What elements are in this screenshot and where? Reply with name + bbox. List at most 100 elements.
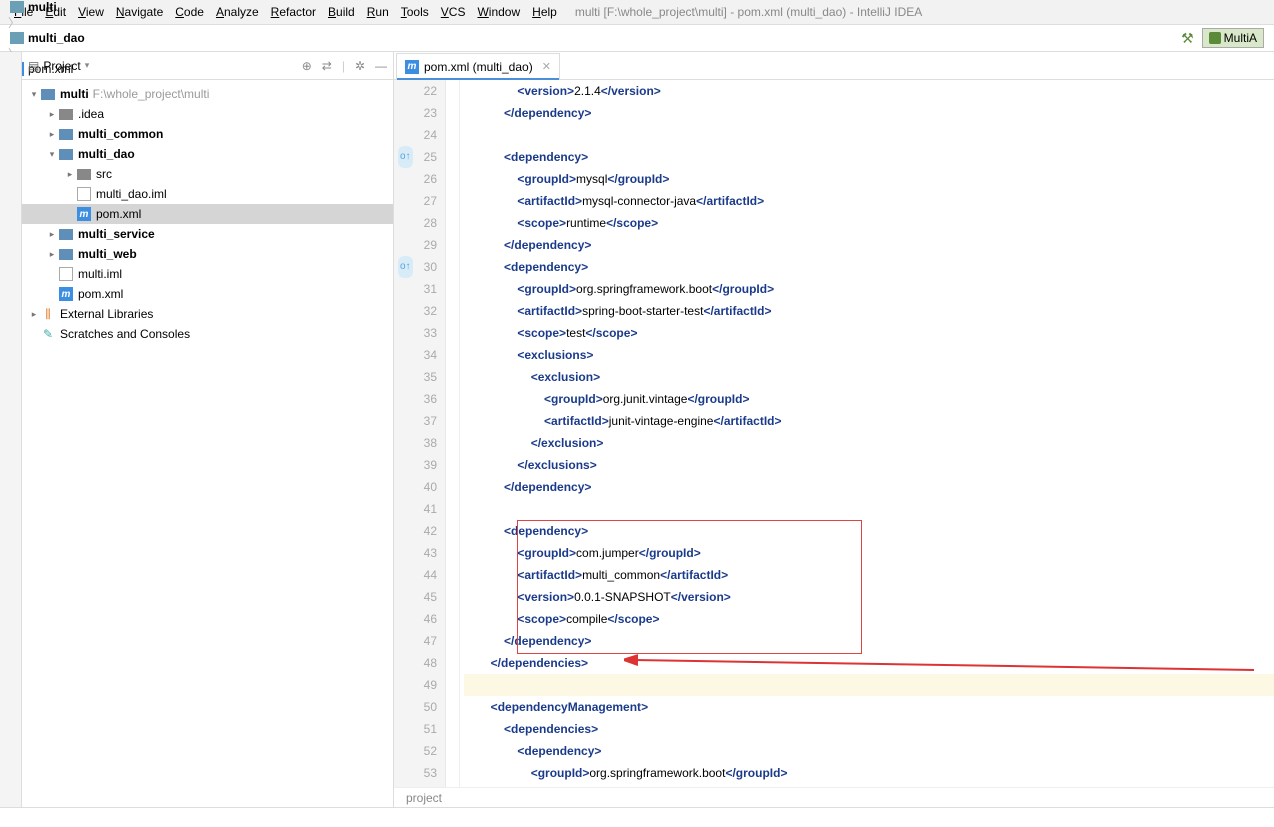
code-line[interactable]: </dependencies> <box>464 652 1274 674</box>
code-line[interactable]: <artifactId>multi_common</artifactId> <box>464 564 1274 586</box>
line-number[interactable]: 37 <box>394 410 445 432</box>
line-gutter[interactable]: 2223242526272829303132333435363738394041… <box>394 80 446 807</box>
code-line[interactable]: <scope>runtime</scope> <box>464 212 1274 234</box>
tree-item-multi_service[interactable]: ▸multi_service <box>22 224 393 244</box>
code-line[interactable]: </exclusions> <box>464 454 1274 476</box>
line-number[interactable]: 41 <box>394 498 445 520</box>
code-line[interactable]: <exclusions> <box>464 344 1274 366</box>
line-number[interactable]: 43 <box>394 542 445 564</box>
menu-refactor[interactable]: Refactor <box>265 3 322 21</box>
menu-build[interactable]: Build <box>322 3 361 21</box>
run-config-selector[interactable]: MultiA <box>1202 28 1264 48</box>
code-line[interactable]: </dependency> <box>464 234 1274 256</box>
menu-analyze[interactable]: Analyze <box>210 3 265 21</box>
menu-help[interactable]: Help <box>526 3 563 21</box>
line-number[interactable]: 30 <box>394 256 445 278</box>
line-number[interactable]: 32 <box>394 300 445 322</box>
code-line[interactable]: </dependency> <box>464 102 1274 124</box>
line-number[interactable]: 48 <box>394 652 445 674</box>
menu-vcs[interactable]: VCS <box>435 3 472 21</box>
code-line[interactable]: <artifactId>mysql-connector-java</artifa… <box>464 190 1274 212</box>
tree-item-multi.iml[interactable]: multi.iml <box>22 264 393 284</box>
code-line[interactable]: <groupId>com.jumper</groupId> <box>464 542 1274 564</box>
code-line[interactable]: </dependency> <box>464 476 1274 498</box>
line-number[interactable]: 38 <box>394 432 445 454</box>
tree-arrow[interactable]: ▸ <box>46 229 58 240</box>
code-line[interactable]: <version>2.1.4</version> <box>464 80 1274 102</box>
code-line[interactable]: <dependency> <box>464 256 1274 278</box>
line-number[interactable]: 40 <box>394 476 445 498</box>
tree-item-pom.xml[interactable]: mpom.xml <box>22 284 393 304</box>
line-number[interactable]: 22 <box>394 80 445 102</box>
tree-item-External Libraries[interactable]: ▸⫼External Libraries <box>22 304 393 324</box>
code-line[interactable]: </exclusion> <box>464 432 1274 454</box>
tree-arrow[interactable]: ▸ <box>64 169 76 180</box>
breadcrumb-multi[interactable]: multi <box>6 0 89 14</box>
line-number[interactable]: 27 <box>394 190 445 212</box>
build-icon[interactable]: ⚒ <box>1181 30 1194 47</box>
line-number[interactable]: 39 <box>394 454 445 476</box>
code-line[interactable]: <dependency> <box>464 146 1274 168</box>
menu-window[interactable]: Window <box>471 3 526 21</box>
expand-icon[interactable]: ⇄ <box>322 59 332 73</box>
line-number[interactable]: 46 <box>394 608 445 630</box>
line-number[interactable]: 36 <box>394 388 445 410</box>
tree-item-multi_dao[interactable]: ▾multi_dao <box>22 144 393 164</box>
code-line[interactable]: <groupId>mysql</groupId> <box>464 168 1274 190</box>
fold-bar[interactable] <box>446 80 460 807</box>
code-line[interactable]: <exclusion> <box>464 366 1274 388</box>
code-line[interactable]: </dependency> <box>464 630 1274 652</box>
line-number[interactable]: 23 <box>394 102 445 124</box>
collapse-icon[interactable]: — <box>375 59 387 73</box>
project-view-selector[interactable]: ▤ Project ▾ <box>28 59 89 73</box>
code-line[interactable]: <groupId>org.springframework.boot</group… <box>464 278 1274 300</box>
code-line[interactable]: <scope>test</scope> <box>464 322 1274 344</box>
line-number[interactable]: 45 <box>394 586 445 608</box>
code-line[interactable]: <artifactId>junit-vintage-engine</artifa… <box>464 410 1274 432</box>
code-line[interactable]: <artifactId>spring-boot-starter-test</ar… <box>464 300 1274 322</box>
menu-code[interactable]: Code <box>169 3 210 21</box>
tab-pom-xml[interactable]: m pom.xml (multi_dao) ✕ <box>396 53 560 79</box>
tree-arrow[interactable]: ▾ <box>28 89 40 100</box>
code-line[interactable]: <dependency> <box>464 740 1274 762</box>
line-number[interactable]: 52 <box>394 740 445 762</box>
line-number[interactable]: 47 <box>394 630 445 652</box>
code-line[interactable] <box>464 124 1274 146</box>
locate-icon[interactable]: ⊕ <box>302 59 312 73</box>
line-number[interactable]: 53 <box>394 762 445 784</box>
tree-item-.idea[interactable]: ▸.idea <box>22 104 393 124</box>
code-line[interactable] <box>464 674 1274 696</box>
tree-item-Scratches and Consoles[interactable]: ✎Scratches and Consoles <box>22 324 393 344</box>
line-number[interactable]: 51 <box>394 718 445 740</box>
line-number[interactable]: 31 <box>394 278 445 300</box>
line-number[interactable]: 44 <box>394 564 445 586</box>
line-number[interactable]: 24 <box>394 124 445 146</box>
tree-item-src[interactable]: ▸src <box>22 164 393 184</box>
line-number[interactable]: 49 <box>394 674 445 696</box>
line-number[interactable]: 26 <box>394 168 445 190</box>
line-number[interactable]: 34 <box>394 344 445 366</box>
code-line[interactable]: <dependencies> <box>464 718 1274 740</box>
project-tree[interactable]: ▾multiF:\whole_project\multi▸.idea▸multi… <box>22 80 393 807</box>
code-line[interactable]: <groupId>org.junit.vintage</groupId> <box>464 388 1274 410</box>
tree-arrow[interactable]: ▸ <box>46 129 58 140</box>
line-number[interactable]: 28 <box>394 212 445 234</box>
tree-item-multi_web[interactable]: ▸multi_web <box>22 244 393 264</box>
code-line[interactable]: <dependencyManagement> <box>464 696 1274 718</box>
tree-arrow[interactable]: ▸ <box>46 109 58 120</box>
code-line[interactable]: <scope>compile</scope> <box>464 608 1274 630</box>
tree-arrow[interactable]: ▾ <box>46 149 58 160</box>
code-content[interactable]: <version>2.1.4</version> </dependency> <… <box>460 80 1274 807</box>
code-line[interactable]: <dependency> <box>464 520 1274 542</box>
tree-item-multi[interactable]: ▾multiF:\whole_project\multi <box>22 84 393 104</box>
code-line[interactable] <box>464 498 1274 520</box>
left-tool-gutter[interactable] <box>0 52 22 807</box>
code-line[interactable]: <groupId>org.springframework.boot</group… <box>464 762 1274 784</box>
code-line[interactable]: <version>0.0.1-SNAPSHOT</version> <box>464 586 1274 608</box>
tree-item-multi_common[interactable]: ▸multi_common <box>22 124 393 144</box>
tree-item-multi_dao.iml[interactable]: multi_dao.iml <box>22 184 393 204</box>
tree-item-pom.xml[interactable]: mpom.xml <box>22 204 393 224</box>
line-number[interactable]: 50 <box>394 696 445 718</box>
menu-tools[interactable]: Tools <box>395 3 435 21</box>
menu-navigate[interactable]: Navigate <box>110 3 169 21</box>
